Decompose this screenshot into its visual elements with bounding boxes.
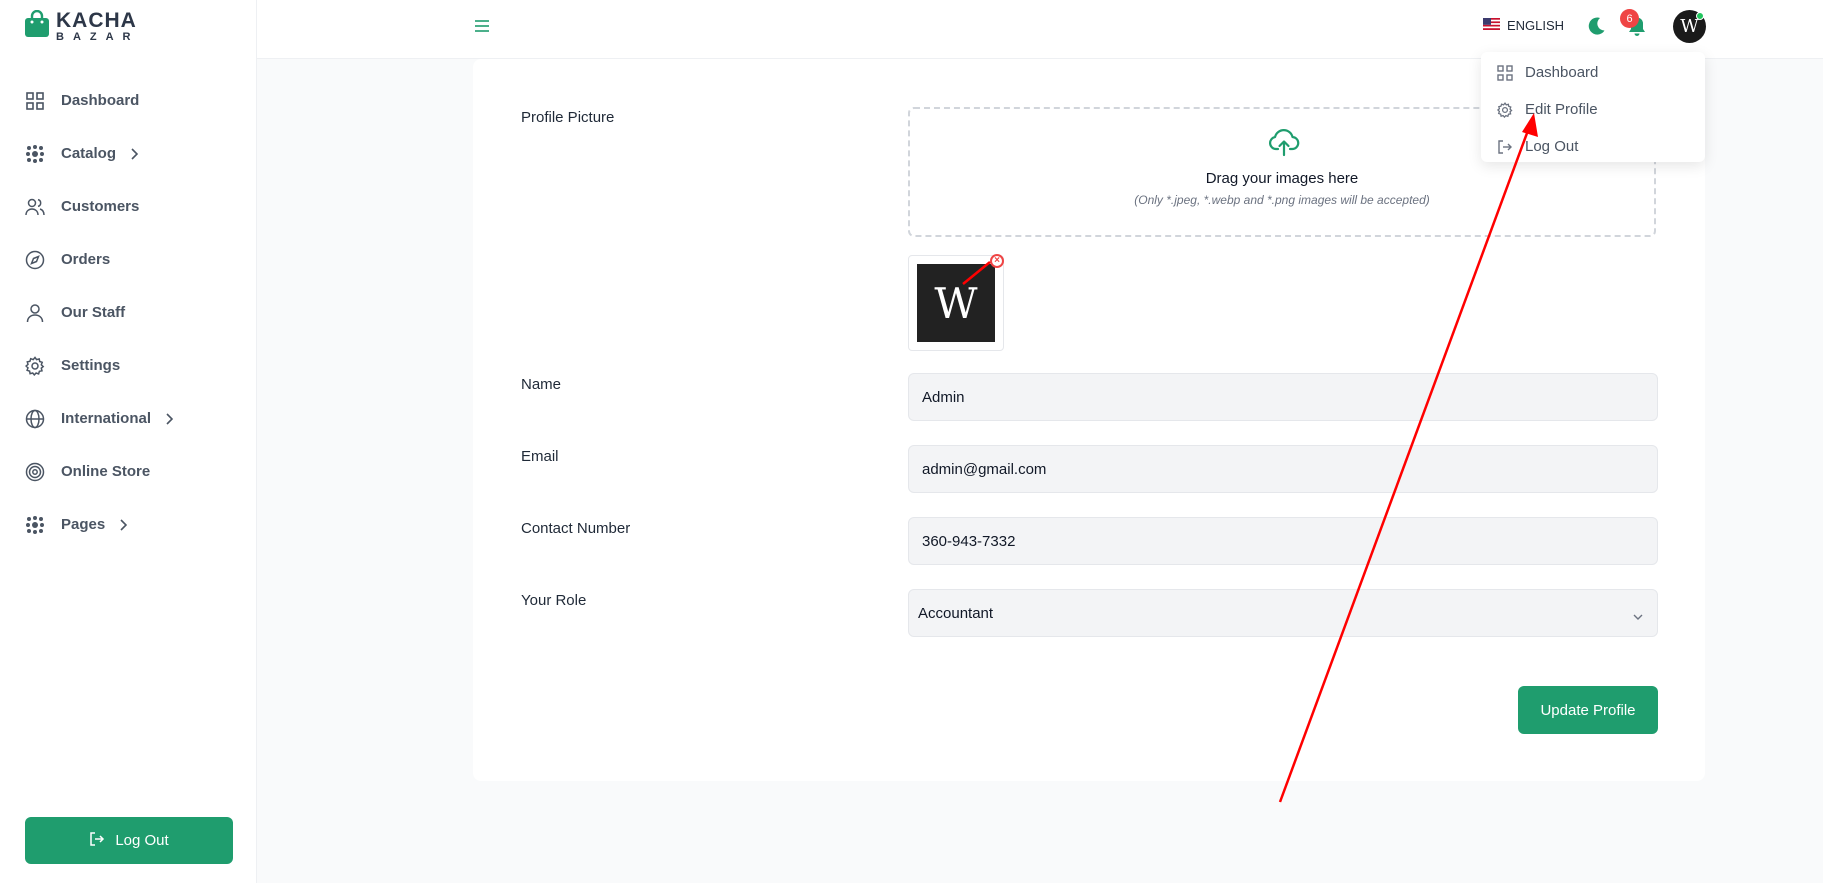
profile-dropdown-menu: Dashboard Edit Profile Log Out <box>1481 52 1705 162</box>
profile-picture-label: Profile Picture <box>521 109 615 126</box>
name-label: Name <box>521 376 562 393</box>
top-header: ENGLISH 6 W <box>257 0 1823 59</box>
sidebar-item-pages[interactable]: Pages <box>0 498 257 551</box>
gear-icon <box>25 355 45 376</box>
chevron-down-icon <box>1633 608 1643 625</box>
chevron-right-icon <box>130 147 139 160</box>
language-selector[interactable]: ENGLISH <box>1483 18 1564 33</box>
grid-icon <box>1497 64 1513 81</box>
sidebar-item-label: Pages <box>61 516 106 533</box>
role-select-value: Accountant <box>918 604 994 622</box>
sidebar-item-label: Orders <box>61 251 111 268</box>
logout-label: Log Out <box>115 832 169 849</box>
brand-logo[interactable]: KACHA BAZAR <box>24 9 140 43</box>
shopping-bag-icon <box>24 9 50 43</box>
language-label: ENGLISH <box>1507 18 1565 33</box>
dropdown-item-edit-profile[interactable]: Edit Profile <box>1481 91 1705 128</box>
chevron-right-icon <box>119 518 128 531</box>
dark-mode-moon-icon[interactable] <box>1586 16 1606 41</box>
pages-icon <box>25 515 45 535</box>
logout-icon <box>1498 139 1512 154</box>
sidebar-item-label: Customers <box>61 198 140 215</box>
sidebar-item-label: Online Store <box>61 463 151 480</box>
sidebar-item-label: Dashboard <box>61 92 140 109</box>
email-label: Email <box>521 448 559 465</box>
sidebar-item-label: International <box>61 410 152 427</box>
edit-profile-card: Profile Picture Drag your images here (O… <box>473 59 1705 781</box>
dropdown-item-dashboard[interactable]: Dashboard <box>1481 54 1705 91</box>
sidebar-item-label: Settings <box>61 357 121 374</box>
email-field[interactable]: admin@gmail.com <box>908 445 1658 493</box>
logout-icon <box>89 831 105 851</box>
sidebar-item-label: Catalog <box>61 145 117 162</box>
sidebar: KACHA BAZAR Dashboard Catalog Customers <box>0 0 257 883</box>
brand-name: KACHA <box>56 9 137 32</box>
sidebar-item-online-store[interactable]: Online Store <box>0 445 257 498</box>
sidebar-item-customers[interactable]: Customers <box>0 180 257 233</box>
gear-icon <box>1497 101 1513 118</box>
name-field[interactable]: Admin <box>908 373 1658 421</box>
sidebar-item-settings[interactable]: Settings <box>0 339 257 392</box>
users-icon <box>25 197 45 217</box>
sidebar-logout-button[interactable]: Log Out <box>25 817 233 864</box>
dropzone-title: Drag your images here <box>1205 170 1359 187</box>
thumbnail-image: W <box>917 264 995 342</box>
user-icon <box>25 303 45 323</box>
chevron-right-icon <box>165 412 174 425</box>
role-label: Your Role <box>521 592 587 609</box>
target-icon <box>25 462 45 482</box>
contact-number-field[interactable]: 360-943-7332 <box>908 517 1658 565</box>
sidebar-item-international[interactable]: International <box>0 392 257 445</box>
globe-icon <box>25 409 45 429</box>
menu-toggle-icon[interactable] <box>475 19 489 37</box>
sidebar-item-orders[interactable]: Orders <box>0 233 257 286</box>
dropdown-item-label: Log Out <box>1525 138 1579 155</box>
us-flag-icon <box>1483 18 1500 33</box>
sidebar-nav: Dashboard Catalog Customers Orders Our S… <box>0 74 257 551</box>
dropzone-hint: (Only *.jpeg, *.webp and *.png images wi… <box>1134 193 1430 207</box>
grid-icon <box>25 91 45 111</box>
update-profile-button[interactable]: Update Profile <box>1518 686 1658 734</box>
dropdown-item-label: Dashboard <box>1525 64 1599 81</box>
remove-image-icon[interactable]: × <box>990 254 1004 268</box>
brand-subname: BAZAR <box>56 31 140 43</box>
sidebar-item-label: Our Staff <box>61 304 126 321</box>
profile-image-thumbnail: W <box>908 255 1004 351</box>
sidebar-item-catalog[interactable]: Catalog <box>0 127 257 180</box>
dropdown-item-label: Edit Profile <box>1525 101 1598 118</box>
role-select[interactable]: Accountant <box>908 589 1658 637</box>
contact-number-label: Contact Number <box>521 520 631 537</box>
catalog-icon <box>25 144 45 164</box>
compass-icon <box>25 250 45 270</box>
online-status-dot <box>1696 12 1704 20</box>
dropdown-item-log-out[interactable]: Log Out <box>1481 128 1705 165</box>
sidebar-item-dashboard[interactable]: Dashboard <box>0 74 257 127</box>
cloud-upload-icon <box>1268 129 1300 162</box>
notification-badge: 6 <box>1620 9 1639 28</box>
sidebar-item-our-staff[interactable]: Our Staff <box>0 286 257 339</box>
